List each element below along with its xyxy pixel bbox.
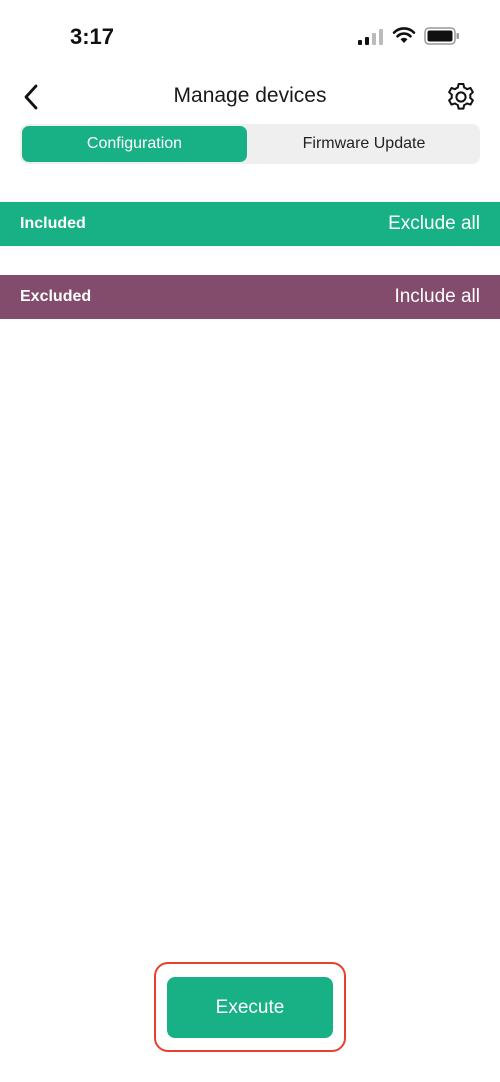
status-time: 3:17 bbox=[70, 24, 115, 49]
nav-bar: Manage devices bbox=[0, 72, 500, 122]
excluded-label: Excluded bbox=[20, 288, 92, 305]
included-label: Included bbox=[20, 215, 86, 232]
wifi-icon bbox=[392, 27, 416, 43]
exclude-all-button[interactable]: Exclude all bbox=[388, 213, 480, 235]
page-title: Manage devices bbox=[173, 84, 327, 107]
screen: 3:17 Manage devices Configuration Firmwa… bbox=[0, 0, 500, 1082]
settings-button[interactable] bbox=[444, 80, 478, 114]
battery-icon bbox=[424, 27, 459, 45]
segmented-tabs: Configuration Firmware Update bbox=[20, 124, 480, 164]
signal-icon bbox=[358, 29, 383, 45]
execute-button[interactable]: Execute bbox=[167, 977, 333, 1038]
tab-firmware-update[interactable]: Firmware Update bbox=[250, 126, 478, 162]
included-section-bar: Included Exclude all bbox=[0, 202, 500, 246]
excluded-section-bar: Excluded Include all bbox=[0, 275, 500, 319]
include-all-button[interactable]: Include all bbox=[394, 286, 480, 308]
gear-icon bbox=[448, 83, 474, 110]
tab-configuration[interactable]: Configuration bbox=[22, 126, 247, 162]
status-bar: 3:17 bbox=[0, 0, 500, 70]
